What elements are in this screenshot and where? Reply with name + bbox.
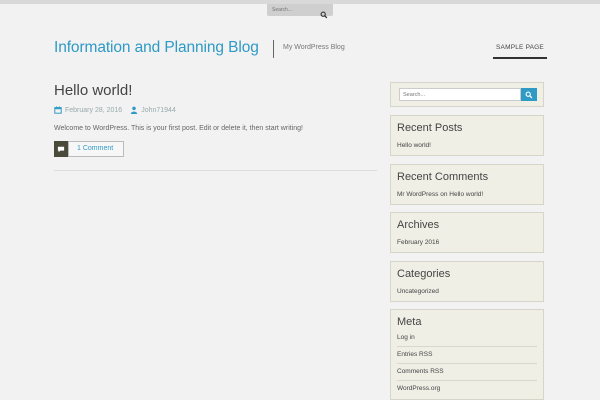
site-tagline: My WordPress Blog bbox=[283, 44, 345, 51]
comments-button[interactable]: 1 Comment bbox=[54, 141, 125, 157]
widget-archives: Archives February 2016 bbox=[390, 212, 544, 253]
top-search-input[interactable] bbox=[270, 6, 322, 14]
post-excerpt: Welcome to WordPress. This is your first… bbox=[54, 125, 303, 132]
widget-recent-posts: Recent Posts Hello world! bbox=[390, 115, 544, 156]
calendar-icon bbox=[54, 106, 62, 114]
meta-link-comments-rss[interactable]: Comments RSS bbox=[397, 364, 537, 381]
sidebar-search-widget bbox=[390, 82, 544, 107]
archive-link[interactable]: February 2016 bbox=[391, 239, 543, 246]
post-author[interactable]: John71944 bbox=[141, 107, 176, 114]
widget-title: Meta bbox=[397, 316, 422, 328]
widget-title: Categories bbox=[397, 268, 451, 280]
post-title[interactable]: Hello world! bbox=[54, 82, 132, 99]
post-meta: February 28, 2016 John71944 bbox=[54, 106, 176, 114]
sidebar-search-input[interactable] bbox=[399, 88, 521, 101]
widget-title: Recent Posts bbox=[397, 122, 463, 134]
post-divider bbox=[54, 170, 377, 171]
meta-link-login[interactable]: Log in bbox=[397, 330, 537, 347]
top-search-form bbox=[267, 4, 333, 19]
site-title[interactable]: Information and Planning Blog bbox=[54, 39, 259, 57]
search-icon[interactable] bbox=[320, 6, 328, 19]
category-link[interactable]: Uncategorized bbox=[391, 288, 543, 295]
post-date[interactable]: February 28, 2016 bbox=[65, 107, 122, 114]
recent-post-link[interactable]: Hello world! bbox=[391, 142, 543, 149]
widget-title: Recent Comments bbox=[397, 171, 489, 183]
title-divider bbox=[273, 40, 274, 58]
comments-link[interactable]: 1 Comment bbox=[68, 141, 125, 157]
nav-sample-page[interactable]: SAMPLE PAGE bbox=[493, 43, 547, 59]
recent-comment-link[interactable]: Mr WordPress on Hello world! bbox=[391, 191, 543, 198]
widget-categories: Categories Uncategorized bbox=[390, 261, 544, 302]
user-icon bbox=[130, 106, 138, 114]
widget-title: Archives bbox=[397, 219, 440, 231]
search-icon[interactable] bbox=[521, 88, 537, 101]
widget-recent-comments: Recent Comments Mr WordPress on Hello wo… bbox=[390, 164, 544, 205]
widget-meta: Meta Log in Entries RSS Comments RSS Wor… bbox=[390, 309, 544, 400]
meta-link-entries-rss[interactable]: Entries RSS bbox=[397, 347, 537, 364]
meta-link-wordpress-org[interactable]: WordPress.org bbox=[397, 381, 537, 397]
comment-icon bbox=[54, 141, 68, 157]
